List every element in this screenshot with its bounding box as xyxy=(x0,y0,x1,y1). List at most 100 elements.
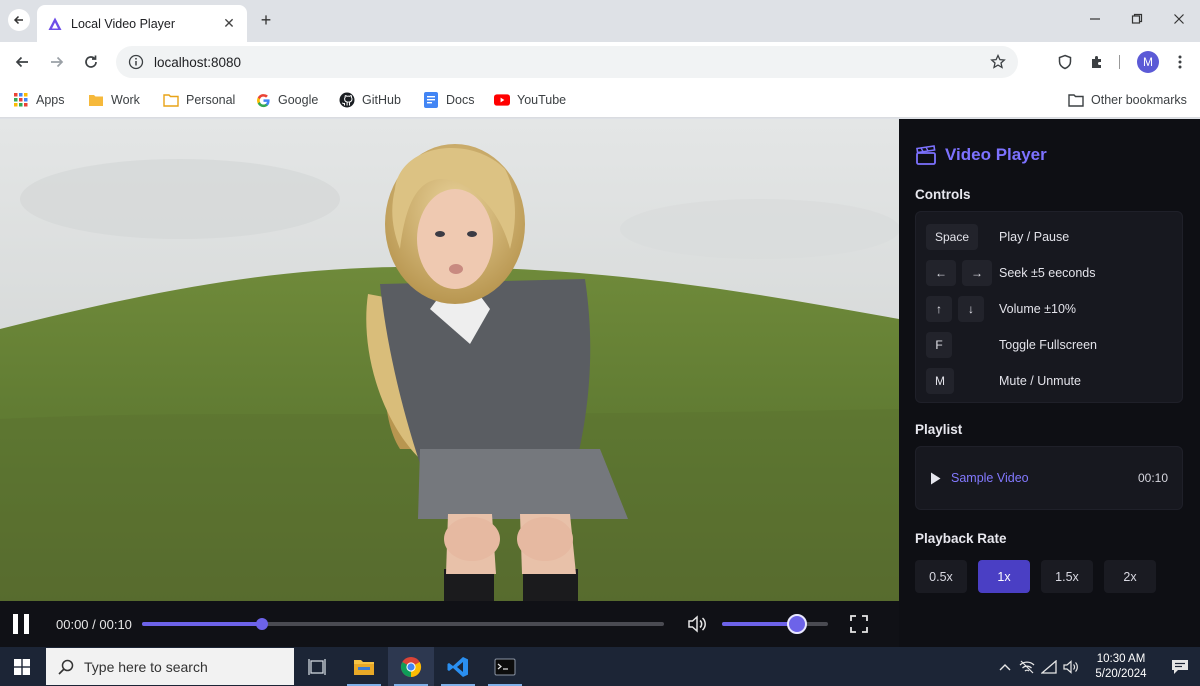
tab-title: Local Video Player xyxy=(71,16,176,31)
terminal-icon xyxy=(494,658,516,675)
bookmark-star-button[interactable] xyxy=(984,48,1012,76)
video-canvas[interactable] xyxy=(0,119,899,601)
video-controls-bar: 00:00 / 00:10 xyxy=(0,601,899,647)
shortcut-description: Toggle Fullscreen xyxy=(999,338,1097,352)
info-icon[interactable] xyxy=(128,54,144,70)
toolbar-right: M xyxy=(1049,42,1200,82)
shortcuts-list: Space Play / Pause ← → Seek ±5 eeconds ↑… xyxy=(915,211,1183,403)
window-controls xyxy=(1074,0,1200,38)
key-cap: Space xyxy=(926,224,979,250)
task-view-icon xyxy=(308,658,326,675)
taskbar-vscode[interactable] xyxy=(435,647,481,686)
system-tray: 10:30 AM 5/20/2024 xyxy=(994,647,1200,686)
avatar: M xyxy=(1137,51,1159,73)
fullscreen-button[interactable] xyxy=(844,609,874,639)
bookmark-apps[interactable]: Apps xyxy=(13,90,65,110)
youtube-icon xyxy=(494,92,510,108)
network-icon xyxy=(1019,660,1035,673)
url-text[interactable]: localhost:8080 xyxy=(154,55,984,70)
speaker-icon xyxy=(1063,659,1078,674)
shortcut-row: M Mute / Unmute xyxy=(926,368,1176,394)
notification-center-button[interactable] xyxy=(1160,647,1200,686)
shortcut-row: Space Play / Pause xyxy=(926,224,1176,250)
shortcut-row: ↑ ↓ Volume ±10% xyxy=(926,296,1176,322)
reload-button[interactable] xyxy=(79,50,103,74)
close-window-button[interactable] xyxy=(1158,0,1200,38)
key-cap: ↑ xyxy=(926,296,952,322)
tab-search-back-button[interactable] xyxy=(8,9,30,31)
close-icon xyxy=(1174,14,1184,24)
extensions-button[interactable] xyxy=(1081,46,1113,78)
taskbar-clock[interactable]: 10:30 AM 5/20/2024 xyxy=(1082,652,1160,682)
taskbar-terminal[interactable] xyxy=(482,647,528,686)
bookmark-label: Work xyxy=(111,93,140,107)
shortcut-description: Volume ±10% xyxy=(999,302,1077,316)
reload-icon xyxy=(85,55,97,68)
forward-button[interactable] xyxy=(45,50,69,74)
puzzle-icon xyxy=(1092,56,1101,68)
shortcut-row: ← → Seek ±5 eeconds xyxy=(926,260,1176,286)
rate-button-2x[interactable]: 2x xyxy=(1104,560,1156,593)
taskbar-search-box[interactable]: Type here to search xyxy=(46,648,294,685)
bookmark-personal[interactable]: Personal xyxy=(163,90,235,110)
arrow-left-icon xyxy=(15,56,28,68)
playlist-item-name: Sample Video xyxy=(951,471,1029,485)
bookmark-docs[interactable]: Docs xyxy=(423,90,474,110)
bookmark-github[interactable]: GitHub xyxy=(339,90,401,110)
bookmark-google[interactable]: Google xyxy=(255,90,318,110)
star-icon xyxy=(990,54,1006,69)
bookmark-work[interactable]: Work xyxy=(88,90,140,110)
seek-bar[interactable] xyxy=(142,618,664,630)
profile-button[interactable]: M xyxy=(1132,46,1164,78)
github-icon xyxy=(339,92,355,108)
rate-button-0.5x[interactable]: 0.5x xyxy=(915,560,967,593)
taskbar-file-explorer[interactable] xyxy=(341,647,387,686)
restore-button[interactable] xyxy=(1116,0,1158,38)
new-tab-button[interactable]: + xyxy=(256,10,276,30)
docs-icon xyxy=(423,92,439,108)
clock-time: 10:30 AM xyxy=(1096,652,1146,665)
toolbar-separator xyxy=(1119,55,1120,69)
volume-slider[interactable] xyxy=(722,614,828,634)
shield-extension-button[interactable] xyxy=(1049,46,1081,78)
mute-button[interactable] xyxy=(682,609,712,639)
panel-title: Video Player xyxy=(945,145,1047,164)
bookmark-youtube[interactable]: YouTube xyxy=(494,90,566,110)
seek-handle[interactable] xyxy=(256,618,269,630)
rate-button-1.5x[interactable]: 1.5x xyxy=(1041,560,1093,593)
start-button[interactable] xyxy=(0,647,44,686)
clock-date: 5/20/2024 xyxy=(1095,667,1147,680)
back-button[interactable] xyxy=(10,50,34,74)
key-cap: F xyxy=(926,332,952,358)
bookmark-label: Docs xyxy=(446,93,475,107)
tray-network-button[interactable] xyxy=(1016,647,1038,686)
restore-icon xyxy=(1131,13,1143,24)
play-pause-button[interactable] xyxy=(0,601,42,647)
search-icon xyxy=(58,659,74,675)
tab-close-icon[interactable]: ✕ xyxy=(221,15,237,32)
folder-icon xyxy=(163,92,179,108)
tray-connection-button[interactable] xyxy=(1038,647,1060,686)
tray-overflow-button[interactable] xyxy=(994,647,1016,686)
chevron-up-icon xyxy=(999,663,1011,670)
minimize-button[interactable] xyxy=(1074,0,1116,38)
task-view-button[interactable] xyxy=(294,647,340,686)
file-explorer-icon xyxy=(354,659,374,675)
browser-menu-button[interactable] xyxy=(1164,46,1196,78)
fullscreen-icon xyxy=(850,615,868,633)
more-vertical-icon xyxy=(1178,55,1182,69)
tray-volume-button[interactable] xyxy=(1060,647,1082,686)
other-bookmarks[interactable]: Other bookmarks xyxy=(1068,90,1187,110)
volume-handle[interactable] xyxy=(787,614,808,634)
minimize-icon xyxy=(1090,18,1100,20)
address-bar[interactable]: localhost:8080 xyxy=(116,46,1018,78)
rate-button-1x[interactable]: 1x xyxy=(978,560,1030,593)
browser-tab[interactable]: Local Video Player ✕ xyxy=(37,5,247,42)
shortcut-description: Mute / Unmute xyxy=(999,374,1081,388)
apps-grid-icon xyxy=(13,92,29,108)
playlist-item[interactable]: Sample Video 00:10 xyxy=(915,446,1183,510)
windows-logo-icon xyxy=(14,658,30,675)
clapperboard-icon xyxy=(916,145,936,165)
taskbar-chrome[interactable] xyxy=(388,647,434,686)
key-cap: ↓ xyxy=(958,296,984,322)
